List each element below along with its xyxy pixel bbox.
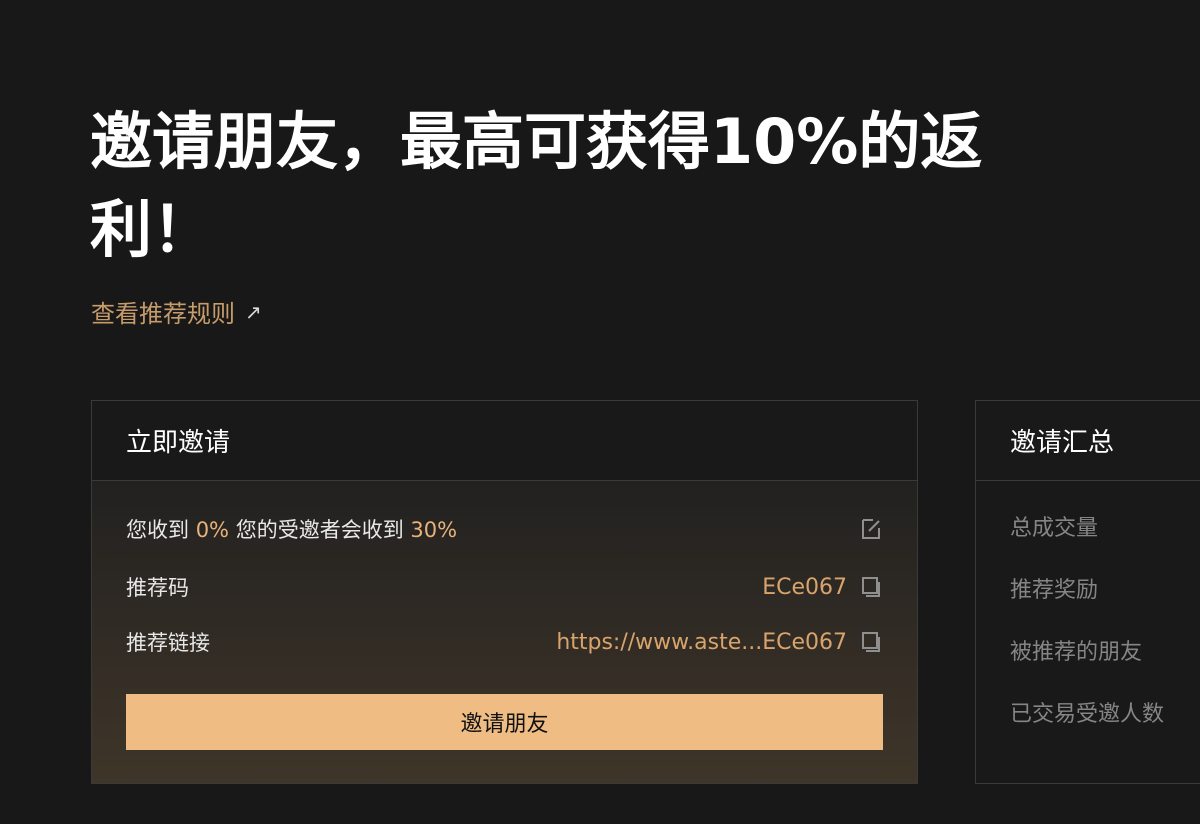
summary-referral-rewards: 推荐奖励 (1010, 578, 1099, 603)
view-referral-rules-link[interactable]: 查看推荐规则 ↗ (91, 298, 262, 330)
referral-code-value-group: ECe067 (762, 575, 883, 600)
referral-link-value: https://www.aste...ECe067 (556, 629, 847, 655)
summary-list: 总成交量 推荐奖励 被推荐的朋友 已交易受邀人数 (1010, 513, 1164, 761)
invitee-rate: 30% (410, 518, 458, 542)
edit-icon[interactable] (859, 517, 883, 541)
referral-link-row: 推荐链接 https://www.aste...ECe067 (126, 622, 883, 662)
referral-link-label: 推荐链接 (126, 631, 210, 655)
summary-referred-friends: 被推荐的朋友 (1010, 640, 1143, 665)
copy-icon[interactable] (859, 630, 883, 654)
invite-now-card: 立即邀请 您收到 0% 您的受邀者会收到 30% 推荐码 ECe067 推荐链接… (91, 400, 918, 784)
summary-trading-invitees: 已交易受邀人数 (1010, 702, 1165, 727)
page-title: 邀请朋友，最高可获得10%的返利！ (90, 105, 983, 266)
invite-summary-card: 邀请汇总 总成交量 推荐奖励 被推荐的朋友 已交易受邀人数 (975, 400, 1200, 784)
invite-friends-button[interactable]: 邀请朋友 (126, 694, 883, 750)
rate-middle: 您的受邀者会收到 (235, 518, 404, 542)
copy-icon[interactable] (859, 575, 883, 599)
rate-prefix: 您收到 (126, 518, 189, 542)
referral-code-value: ECe067 (762, 574, 847, 600)
invite-card-title: 立即邀请 (92, 401, 917, 481)
summary-card-title: 邀请汇总 (976, 401, 1200, 481)
referral-page: 邀请朋友，最高可获得10%的返利！ 查看推荐规则 ↗ 立即邀请 您收到 0% 您… (0, 0, 1200, 824)
summary-total-volume: 总成交量 (1010, 516, 1099, 541)
your-rate: 0% (195, 518, 230, 542)
rules-link-label: 查看推荐规则 (91, 300, 235, 328)
referral-link-value-group: https://www.aste...ECe067 (556, 630, 883, 655)
referral-code-row: 推荐码 ECe067 (126, 567, 883, 607)
commission-rate-text: 您收到 0% 您的受邀者会收到 30% (126, 514, 457, 544)
external-arrow-icon: ↗ (245, 300, 262, 324)
referral-code-label: 推荐码 (126, 576, 189, 600)
invite-card-body: 您收到 0% 您的受邀者会收到 30% 推荐码 ECe067 推荐链接 http… (92, 481, 917, 783)
commission-rate-row: 您收到 0% 您的受邀者会收到 30% (126, 509, 883, 549)
